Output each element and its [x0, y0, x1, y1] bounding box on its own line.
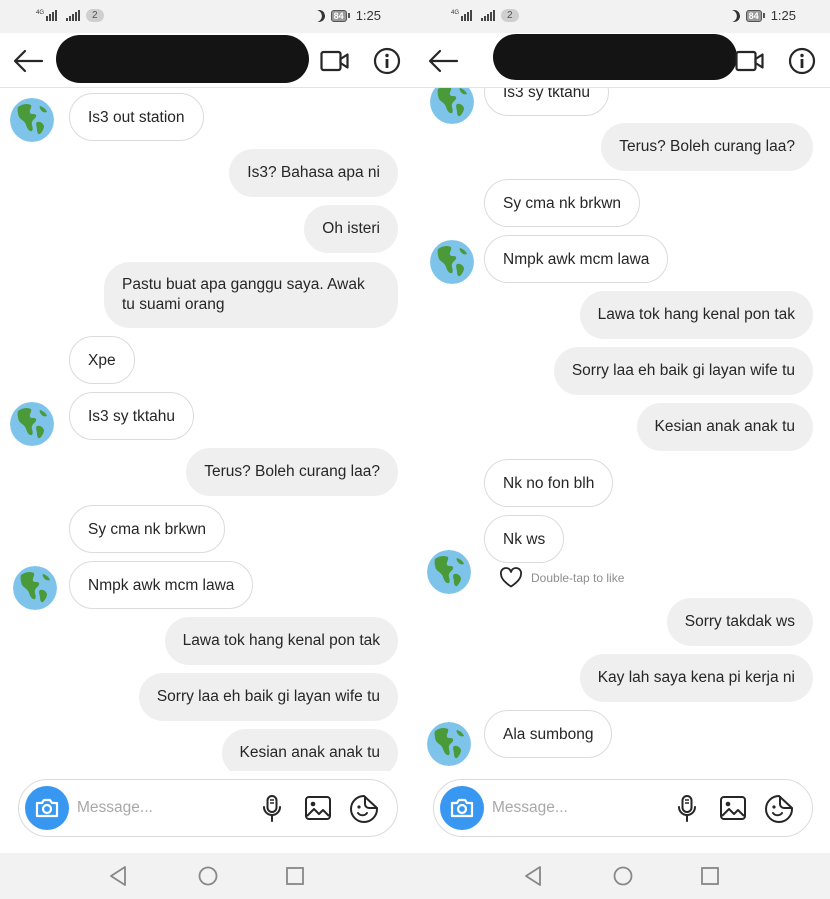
status-bar: 4G 2 84 1:25 — [415, 0, 830, 33]
message-bubble-sent[interactable]: Pastu buat apa ganggu saya. Awak tu suam… — [104, 262, 398, 328]
message-bubble-received[interactable]: Xpe — [69, 336, 135, 384]
sticker-icon[interactable] — [764, 794, 794, 824]
gallery-icon[interactable] — [304, 794, 332, 822]
chat-screen-right: 4G 2 84 1:25 Is3 sy tktahu Terus? Boleh … — [415, 0, 830, 899]
message-bubble-sent[interactable]: Is3? Bahasa apa ni — [229, 149, 398, 197]
camera-button[interactable] — [440, 786, 484, 830]
info-icon[interactable] — [373, 47, 401, 75]
message-thread[interactable]: Is3 out station Is3? Bahasa apa ni Oh is… — [0, 88, 415, 771]
video-call-icon[interactable] — [320, 49, 350, 73]
message-bubble-received[interactable]: Nmpk awk mcm lawa — [69, 561, 254, 609]
sim-badge: 2 — [501, 9, 519, 22]
message-bubble-sent[interactable]: Kesian anak anak tu — [636, 403, 813, 451]
nav-home-icon[interactable] — [197, 865, 219, 887]
contact-avatar-globe-icon[interactable] — [10, 402, 54, 446]
message-bubble-sent[interactable]: Lawa tok hang kenal pon tak — [164, 617, 398, 665]
contact-avatar-globe-icon[interactable] — [13, 566, 57, 610]
message-bubble-received[interactable]: Is3 sy tktahu — [484, 88, 610, 116]
message-bubble-sent[interactable]: Sorry laa eh baik gi layan wife tu — [553, 347, 813, 395]
message-thread[interactable]: Is3 sy tktahu Terus? Boleh curang laa? S… — [415, 88, 830, 771]
video-call-icon[interactable] — [735, 49, 765, 73]
message-bubble-sent[interactable]: Sorry laa eh baik gi layan wife tu — [138, 673, 398, 721]
system-navigation-bar — [0, 853, 415, 899]
redacted-username — [493, 34, 737, 80]
message-bubble-received[interactable]: Is3 sy tktahu — [69, 392, 195, 440]
nav-home-icon[interactable] — [612, 865, 634, 887]
signal-icon — [481, 10, 496, 21]
do-not-disturb-icon — [726, 8, 741, 23]
contact-avatar-globe-icon[interactable] — [430, 240, 474, 284]
redacted-username — [56, 35, 309, 83]
battery-icon: 84 — [745, 9, 765, 22]
message-bubble-received[interactable]: Nk no fon blh — [484, 459, 614, 507]
do-not-disturb-icon — [311, 8, 326, 23]
message-bubble-received[interactable]: Sy cma nk brkwn — [484, 179, 641, 227]
chat-screen-left: 4G 2 84 1:25 Is3 out station Is3? Bahasa… — [0, 0, 415, 899]
message-bubble-received[interactable]: Ala sumbong — [484, 710, 613, 758]
signal-4g-icon: 4G — [36, 10, 60, 21]
back-arrow-icon[interactable] — [427, 48, 459, 74]
double-tap-like-hint[interactable]: Double-tap to like — [499, 567, 624, 588]
nav-back-icon[interactable] — [523, 865, 543, 887]
message-bubble-sent[interactable]: Oh isteri — [304, 205, 398, 253]
message-input[interactable] — [492, 795, 662, 821]
info-icon[interactable] — [788, 47, 816, 75]
sticker-icon[interactable] — [349, 794, 379, 824]
contact-avatar-globe-icon[interactable] — [430, 88, 474, 124]
camera-icon — [450, 798, 474, 818]
nav-recents-icon[interactable] — [700, 865, 720, 887]
nav-back-icon[interactable] — [108, 865, 128, 887]
message-bubble-sent[interactable]: Kay lah saya kena pi kerja ni — [579, 654, 813, 702]
battery-icon: 84 — [330, 9, 350, 22]
chat-header — [415, 33, 830, 88]
back-arrow-icon[interactable] — [12, 48, 44, 74]
microphone-icon[interactable] — [676, 794, 698, 824]
clock: 1:25 — [355, 8, 381, 23]
message-bubble-received[interactable]: Nk ws — [484, 515, 565, 563]
sim-badge: 2 — [86, 9, 104, 22]
contact-avatar-globe-icon[interactable] — [10, 98, 54, 142]
message-bubble-received[interactable]: Sy cma nk brkwn — [69, 505, 226, 553]
contact-avatar-globe-icon[interactable] — [427, 722, 471, 766]
message-bubble-received[interactable]: Nmpk awk mcm lawa — [484, 235, 669, 283]
message-bubble-sent[interactable]: Sorry takdak ws — [666, 598, 813, 646]
signal-4g-icon: 4G — [451, 10, 475, 21]
nav-recents-icon[interactable] — [285, 865, 305, 887]
status-bar: 4G 2 84 1:25 — [0, 0, 415, 33]
system-navigation-bar — [415, 853, 830, 899]
camera-icon — [35, 798, 59, 818]
clock: 1:25 — [770, 8, 796, 23]
message-bubble-sent[interactable]: Terus? Boleh curang laa? — [601, 123, 813, 171]
message-bubble-received[interactable]: Is3 out station — [69, 93, 204, 141]
camera-button[interactable] — [25, 786, 69, 830]
gallery-icon[interactable] — [719, 794, 747, 822]
heart-icon[interactable] — [499, 567, 523, 588]
message-composer — [18, 779, 398, 837]
signal-icon — [66, 10, 81, 21]
message-bubble-sent[interactable]: Lawa tok hang kenal pon tak — [579, 291, 813, 339]
like-hint-text: Double-tap to like — [531, 570, 625, 585]
message-bubble-sent[interactable]: Kesian anak anak tu — [221, 729, 398, 771]
chat-header — [0, 33, 415, 88]
message-composer — [433, 779, 813, 837]
message-input[interactable] — [77, 795, 247, 821]
message-bubble-sent[interactable]: Terus? Boleh curang laa? — [186, 448, 398, 496]
microphone-icon[interactable] — [261, 794, 283, 824]
contact-avatar-globe-icon[interactable] — [427, 550, 471, 594]
